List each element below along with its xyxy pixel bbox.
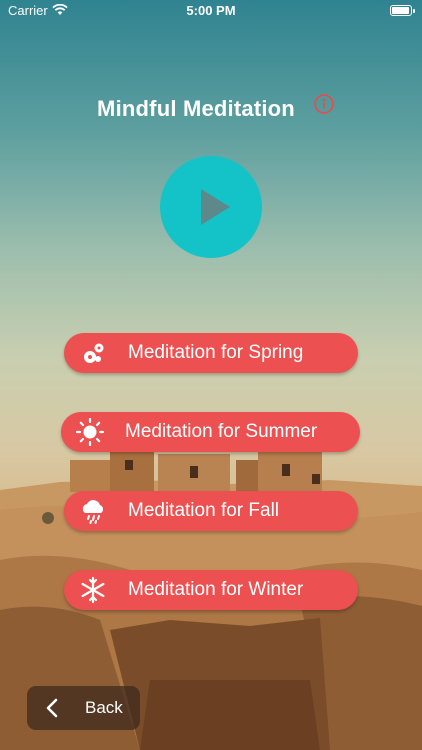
chevron-left-icon (46, 698, 58, 718)
meditation-winter-button[interactable]: Meditation for Winter (64, 570, 358, 610)
info-icon[interactable] (313, 93, 335, 115)
snowflake-icon (81, 576, 105, 604)
meditation-spring-button[interactable]: Meditation for Spring (64, 333, 358, 373)
play-icon (201, 189, 230, 225)
flowers-icon (84, 343, 104, 363)
battery-icon (390, 5, 415, 16)
meditation-fall-label: Meditation for Fall (128, 500, 280, 521)
status-time: 5:00 PM (186, 3, 236, 18)
meditation-summer-button[interactable]: Meditation for Summer (61, 412, 360, 452)
meditation-spring-label: Meditation for Spring (128, 342, 304, 363)
meditation-fall-button[interactable]: Meditation for Fall (64, 491, 358, 531)
meditation-summer-label: Meditation for Summer (125, 421, 318, 442)
play-button[interactable] (160, 156, 262, 258)
sun-icon (75, 417, 105, 447)
back-label: Back (85, 698, 123, 717)
status-bar: Carrier 5:00 PM (0, 0, 422, 22)
back-button[interactable]: Back (27, 686, 140, 730)
rain-cloud-icon (82, 500, 104, 524)
meditation-winter-label: Meditation for Winter (128, 579, 304, 600)
